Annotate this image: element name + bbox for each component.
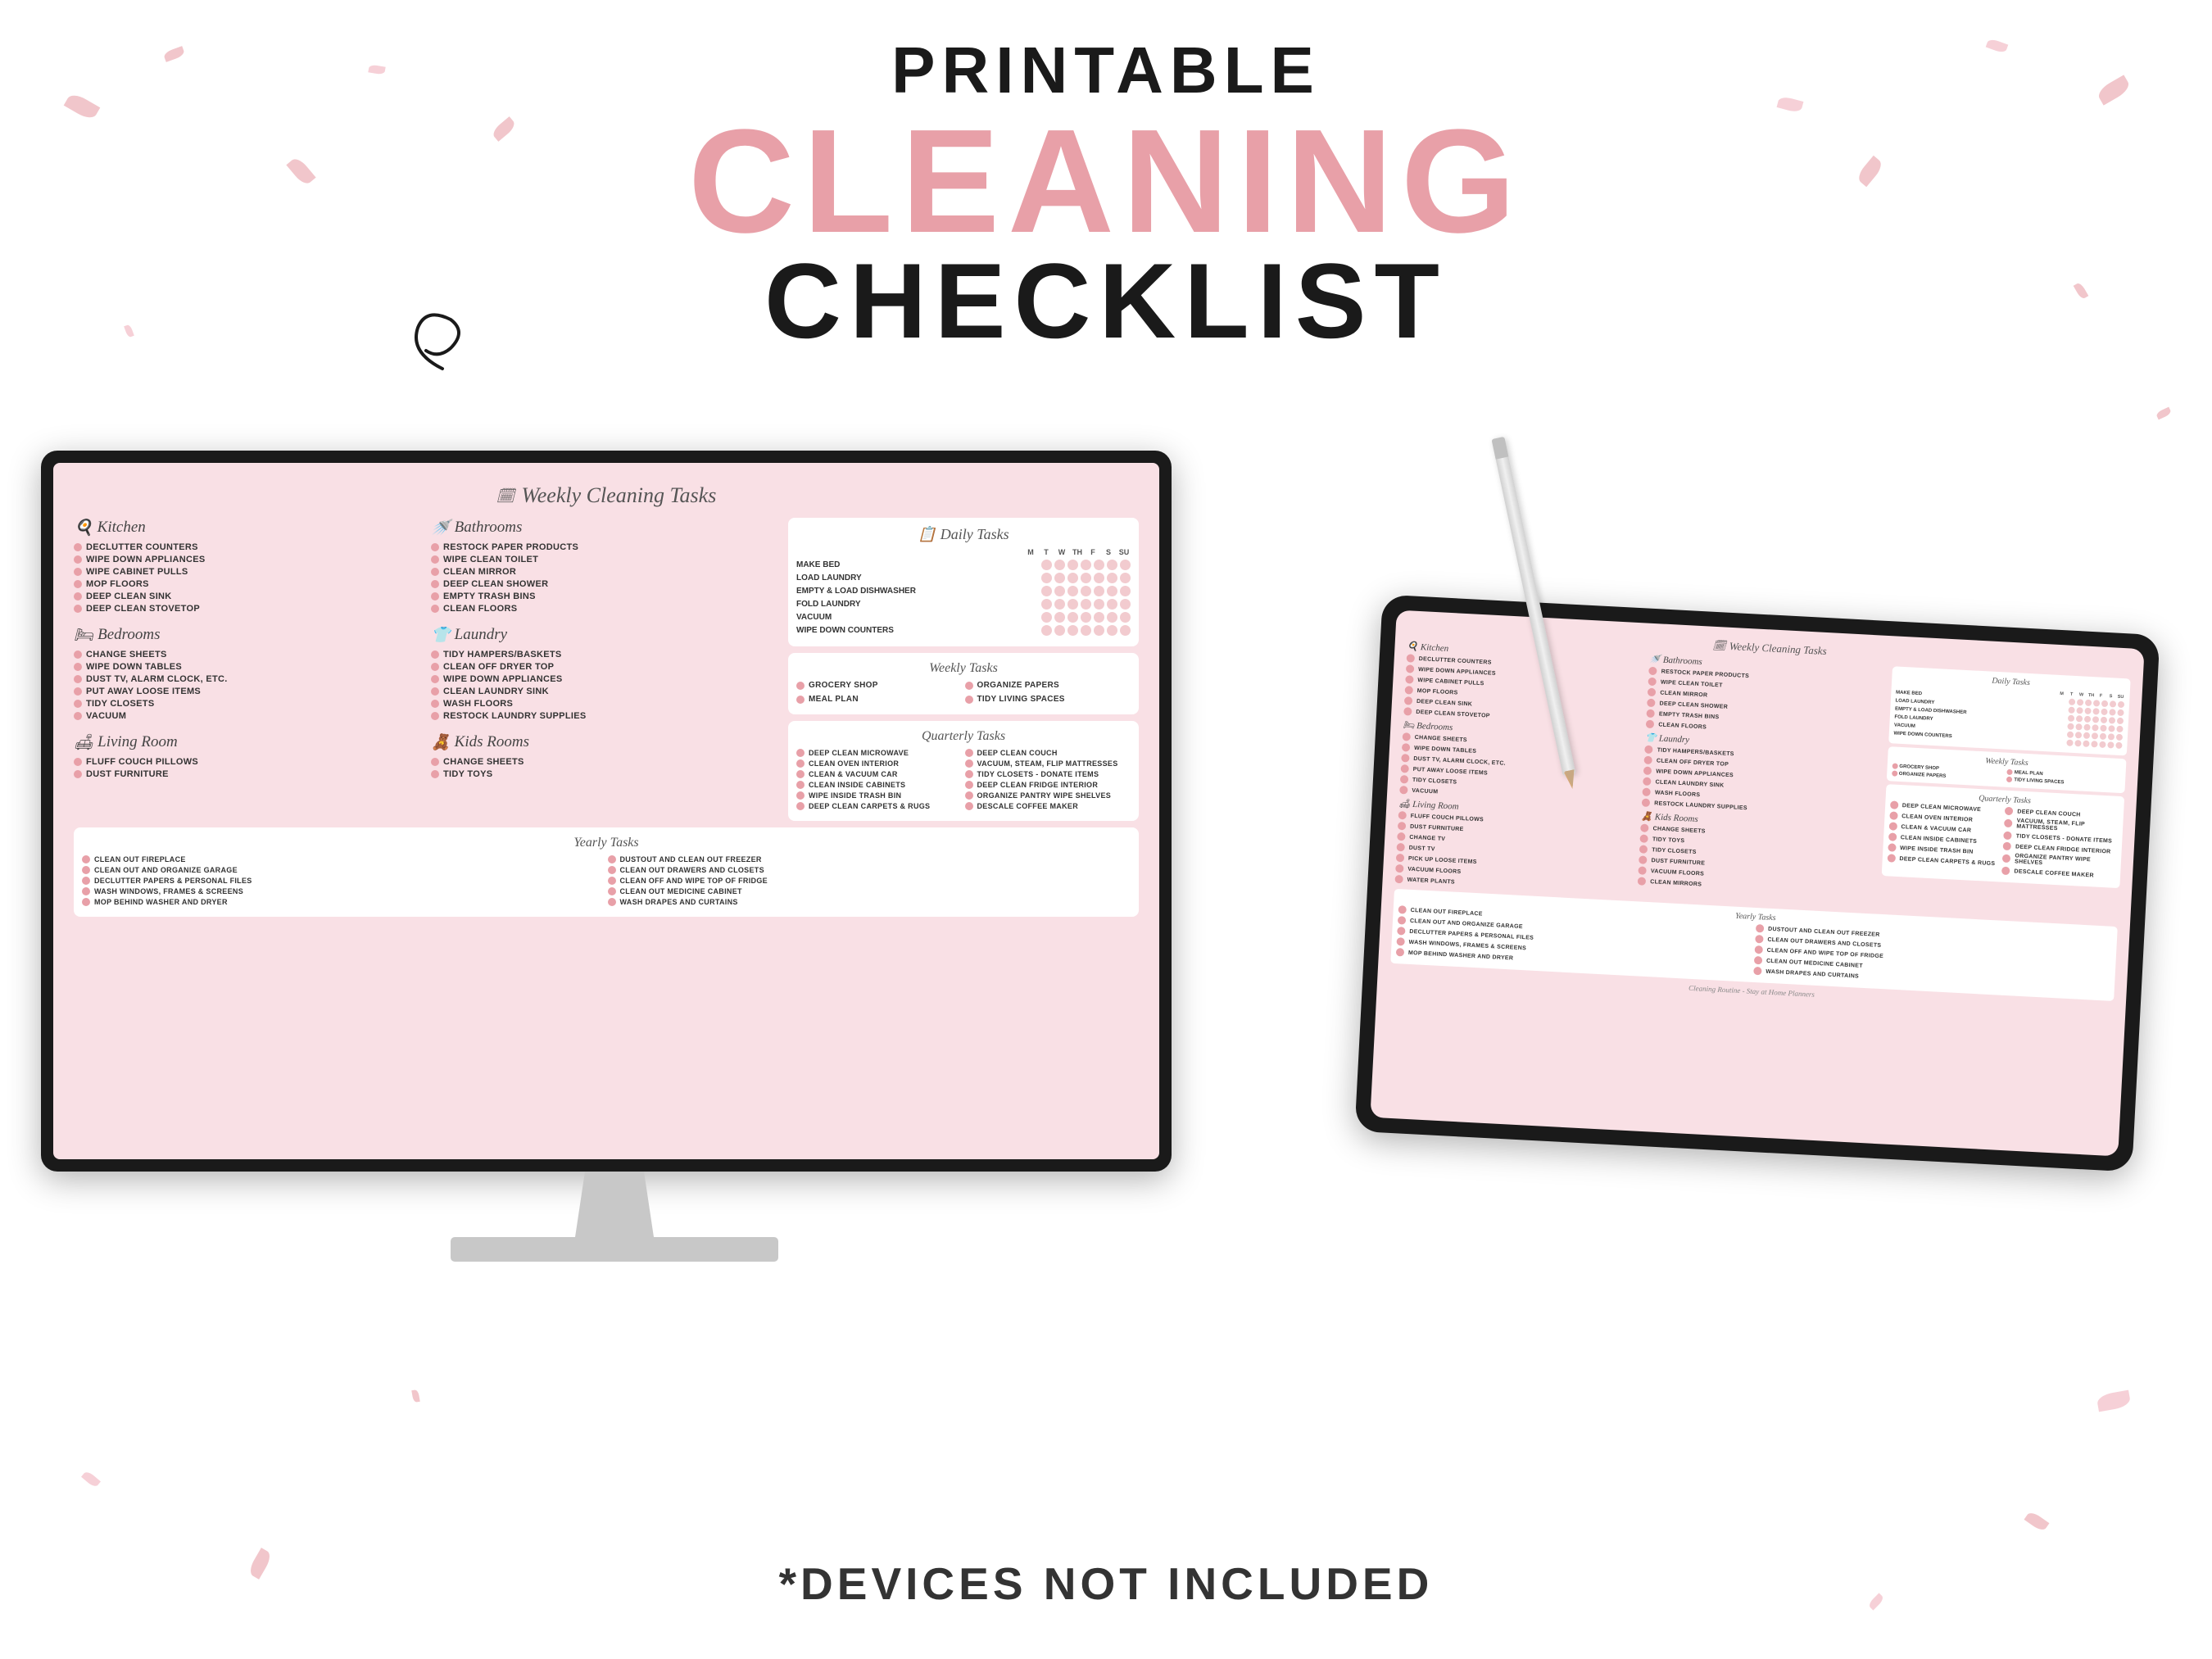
daily-tasks-panel: 📋 Daily Tasks M T W TH: [788, 518, 1139, 646]
cleaning-title: CLEANING: [0, 108, 2212, 256]
monitor-stand-neck: [565, 1172, 664, 1237]
bedrooms-header: 🛏 Bedrooms: [74, 625, 424, 645]
tablet-kitchen-items: DECLUTTER COUNTERSWIPE DOWN APPLIANCESWI…: [1403, 654, 1645, 728]
bedrooms-section: 🛏 Bedrooms CHANGE SHEETSWIPE DOWN TABLES…: [74, 625, 424, 721]
tablet-bathrooms-items: RESTOCK PAPER PRODUCTSWIPE CLEAN TOILETC…: [1646, 667, 1888, 741]
kids-rooms-header: 🧸 Kids Rooms: [431, 732, 782, 752]
laundry-icon: 👕: [431, 625, 451, 645]
quarterly-tasks-panel: Quarterly Tasks DEEP CLEAN MICROWAVECLEA…: [788, 721, 1139, 821]
tablet-q-right: DEEP CLEAN COUCHVACUUM, STEAM, FLIP MATT…: [2001, 807, 2119, 883]
bathrooms-header: 🚿 Bathrooms: [431, 518, 782, 537]
yearly-title: Yearly Tasks: [82, 836, 1131, 850]
yearly-tasks-panel: Yearly Tasks CLEAN OUT FIREPLACECLEAN OU…: [74, 827, 1139, 917]
daily-items: MAKE BEDLOAD LAUNDRYEMPTY & LOAD DISHWAS…: [796, 560, 1131, 636]
bedrooms-items: CHANGE SHEETSWIPE DOWN TABLESDUST TV, AL…: [74, 650, 424, 721]
kids-rooms-section: 🧸 Kids Rooms CHANGE SHEETSTIDY TOYS: [431, 732, 782, 779]
tablet-living-items: FLUFF COUCH PILLOWSDUST FURNITURECHANGE …: [1394, 811, 1637, 895]
tablet-screen: 🗓Weekly Cleaning Tasks 🍳 Kitchen DECLUTT…: [1370, 610, 2144, 1157]
laundry-header: 👕 Laundry: [431, 625, 782, 645]
kitchen-header: 🍳 Kitchen: [74, 518, 424, 537]
monitor-device: 🗓 Weekly Cleaning Tasks 🍳 Kitchen: [41, 451, 1188, 1262]
daily-title: 📋 Daily Tasks: [796, 526, 1131, 543]
printable-title: PRINTABLE: [0, 33, 2212, 108]
bathrooms-icon: 🚿: [431, 518, 451, 537]
quarterly-left: DEEP CLEAN MICROWAVECLEAN OVEN INTERIORC…: [796, 749, 963, 813]
monitor-screen-container: 🗓 Weekly Cleaning Tasks 🍳 Kitchen: [41, 451, 1172, 1172]
checklist-title: CHECKLIST: [0, 239, 2212, 362]
kitchen-items: DECLUTTER COUNTERSWIPE DOWN APPLIANCESWI…: [74, 542, 424, 614]
tablet-body: 🗓Weekly Cleaning Tasks 🍳 Kitchen DECLUTT…: [1354, 595, 2160, 1172]
laundry-section: 👕 Laundry TIDY HAMPERS/BASKETSCLEAN OFF …: [431, 625, 782, 721]
weekly-tasks-panel: Weekly Tasks GROCERY SHOPORGANIZE PAPERS…: [788, 653, 1139, 714]
tablet-kids-items: CHANGE SHEETSTIDY TOYSTIDY CLOSETSDUST F…: [1638, 823, 1879, 897]
living-room-section: 🛋 Living Room FLUFF COUCH PILLOWSDUST FU…: [74, 732, 424, 779]
tablet-q-left: DEEP CLEAN MICROWAVECLEAN OVEN INTERIORC…: [1887, 800, 2004, 877]
weekly-title: 🗓 Weekly Cleaning Tasks: [74, 483, 1139, 508]
tablet-laundry-items: TIDY HAMPERS/BASKETSCLEAN OFF DRYER TOPW…: [1642, 746, 1883, 819]
monitor-screen: 🗓 Weekly Cleaning Tasks 🍳 Kitchen: [53, 463, 1159, 1159]
bathrooms-section: 🚿 Bathrooms RESTOCK PAPER PRODUCTSWIPE C…: [431, 518, 782, 614]
bedrooms-icon: 🛏: [74, 625, 93, 645]
footer-label: *DEVICES NOT INCLUDED: [779, 1558, 1434, 1609]
page-header: PRINTABLE CLEANING CHECKLIST: [0, 0, 2212, 362]
bathrooms-items: RESTOCK PAPER PRODUCTSWIPE CLEAN TOILETC…: [431, 542, 782, 614]
kids-rooms-icon: 🧸: [431, 732, 451, 752]
tablet-bedrooms-items: CHANGE SHEETSWIPE DOWN TABLESDUST TV, AL…: [1399, 732, 1641, 806]
kitchen-icon: 🍳: [74, 518, 93, 537]
weekly-tasks-items: GROCERY SHOPORGANIZE PAPERSMEAL PLANTIDY…: [796, 681, 1131, 706]
tablet-device: 🗓Weekly Cleaning Tasks 🍳 Kitchen DECLUTT…: [1368, 614, 2146, 1152]
devices-area: 🗓 Weekly Cleaning Tasks 🍳 Kitchen: [0, 451, 2212, 1557]
monitor-stand-base: [451, 1237, 778, 1262]
living-room-icon: 🛋: [74, 732, 93, 752]
quarterly-title: Quarterly Tasks: [796, 729, 1131, 744]
left-column: 🍳 Kitchen DECLUTTER COUNTERSWIPE DOWN AP…: [74, 518, 424, 821]
tablet-doc: 🗓Weekly Cleaning Tasks 🍳 Kitchen DECLUTT…: [1389, 623, 2131, 1014]
yearly-right: DUSTOUT AND CLEAN OUT FREEZERCLEAN OUT D…: [608, 855, 1131, 909]
middle-column: 🚿 Bathrooms RESTOCK PAPER PRODUCTSWIPE C…: [431, 518, 782, 821]
living-room-items: FLUFF COUCH PILLOWSDUST FURNITURE: [74, 757, 424, 779]
monitor-document: 🗓 Weekly Cleaning Tasks 🍳 Kitchen: [70, 479, 1143, 921]
laundry-items: TIDY HAMPERS/BASKETSCLEAN OFF DRYER TOPW…: [431, 650, 782, 721]
yearly-left: CLEAN OUT FIREPLACECLEAN OUT AND ORGANIZ…: [82, 855, 605, 909]
weekly-tasks-title: Weekly Tasks: [796, 661, 1131, 676]
right-column: 📋 Daily Tasks M T W TH: [788, 518, 1139, 821]
living-room-header: 🛋 Living Room: [74, 732, 424, 752]
kids-rooms-items: CHANGE SHEETSTIDY TOYS: [431, 757, 782, 779]
day-headers: M T W TH F S SU: [796, 548, 1131, 556]
tablet-daily-items: MAKE BEDLOAD LAUNDRYEMPTY & LOAD DISHWAS…: [1893, 690, 2124, 750]
footer-text: *DEVICES NOT INCLUDED: [0, 1557, 2212, 1610]
kitchen-section: 🍳 Kitchen DECLUTTER COUNTERSWIPE DOWN AP…: [74, 518, 424, 614]
quarterly-right: DEEP CLEAN COUCHVACUUM, STEAM, FLIP MATT…: [965, 749, 1131, 813]
